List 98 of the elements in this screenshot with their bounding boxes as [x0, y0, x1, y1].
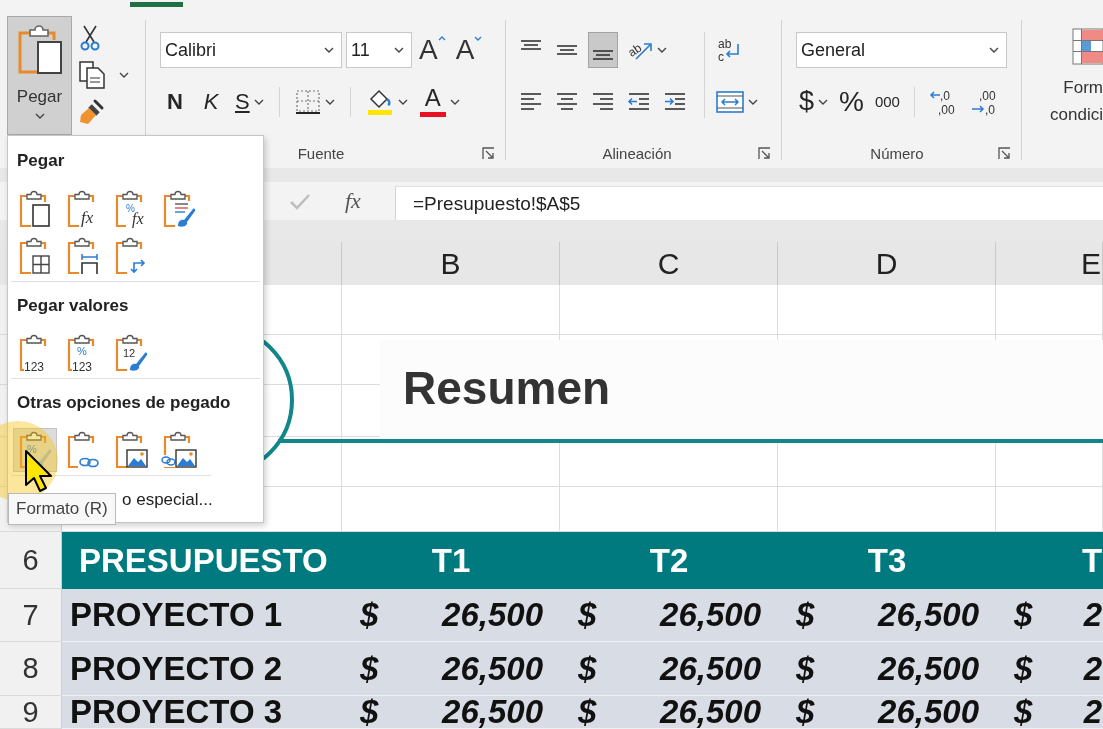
- clipboard-picture-icon: [113, 430, 149, 470]
- row-header[interactable]: 8: [0, 642, 62, 696]
- header-cell: PRESUPUESTO: [62, 532, 342, 589]
- amount: 26,500: [442, 600, 543, 630]
- copy-icon: [79, 61, 105, 89]
- italic-button[interactable]: K: [196, 85, 226, 118]
- swatch-icon: [419, 112, 446, 117]
- header-cell: T3: [778, 532, 996, 589]
- conditional-format-button[interactable]: Form condici: [1050, 28, 1103, 140]
- merge-cells-icon: [716, 90, 744, 113]
- align-bottom-button[interactable]: [588, 32, 618, 68]
- amount: 2: [1083, 600, 1102, 630]
- clipboard-page-icon: [17, 189, 53, 229]
- currency-symbol: $: [578, 697, 597, 727]
- currency-symbol: $: [1014, 600, 1033, 630]
- currency-symbol: $: [360, 697, 379, 727]
- dialog-launcher-icon: [998, 146, 1011, 160]
- align-left-icon: [520, 93, 542, 110]
- number-format-dropdown[interactable]: General: [796, 32, 1007, 68]
- row-header[interactable]: 9: [0, 696, 62, 729]
- currency-symbol: $: [796, 600, 815, 630]
- clipboard-brush-icon: [161, 189, 197, 229]
- orientation-button[interactable]: ab: [624, 33, 670, 67]
- font-color-button[interactable]: A: [416, 85, 463, 118]
- header-cell: T1: [342, 532, 560, 589]
- amount: 26,500: [878, 653, 979, 684]
- header-cell: T2: [560, 532, 778, 589]
- borders-icon: [294, 88, 321, 115]
- amount: 26,500: [878, 697, 979, 727]
- currency-symbol: $: [360, 600, 379, 630]
- row-header[interactable]: 7: [0, 589, 62, 642]
- scissors-icon: [79, 25, 101, 51]
- caret-icon: [989, 47, 999, 53]
- align-bottom-icon: [592, 50, 614, 60]
- amount: 26,500: [442, 653, 543, 684]
- currency-symbol: $: [360, 653, 379, 684]
- currency-symbol: $: [796, 653, 815, 684]
- dialog-launcher-icon: [758, 146, 771, 160]
- currency-symbol: $: [1014, 653, 1033, 684]
- table-cell: PROYECTO 3: [62, 696, 342, 729]
- currency-symbol: $: [578, 653, 597, 684]
- table-cell: PROYECTO 2: [62, 642, 342, 696]
- bold-button[interactable]: N: [160, 85, 190, 118]
- align-top-icon: [520, 40, 542, 50]
- formula-input[interactable]: =Presupuesto!$A$5: [395, 186, 1103, 220]
- dialog-launcher-button[interactable]: [758, 146, 771, 160]
- menu-section-title: Pegar valores: [17, 295, 129, 317]
- group-label: Alineación: [602, 144, 672, 162]
- clipboard-icon: [16, 25, 63, 75]
- menu-item[interactable]: o especial...: [122, 487, 213, 513]
- amount: 26,500: [442, 697, 543, 727]
- amount: 2: [1083, 697, 1102, 727]
- tooltip: Formato (R): [8, 493, 116, 525]
- align-right-icon: [592, 93, 614, 110]
- clipboard-width-icon: [65, 236, 101, 276]
- group-label: Número: [870, 144, 924, 162]
- currency-symbol: $: [796, 697, 815, 727]
- amount: 26,500: [660, 653, 761, 684]
- header-cell: T: [996, 532, 1103, 589]
- paint-bucket-icon: [365, 87, 394, 116]
- currency-symbol: $: [1014, 697, 1033, 727]
- amount: 2: [1083, 653, 1102, 684]
- dialog-launcher-button[interactable]: [998, 146, 1011, 160]
- copy-button[interactable]: [77, 61, 131, 89]
- amount: 26,500: [660, 697, 761, 727]
- table-cell: PROYECTO 1: [62, 589, 342, 642]
- font-name-dropdown[interactable]: Calibri: [160, 32, 342, 68]
- caret-icon: [324, 47, 334, 53]
- clipboard-grid-icon: [17, 236, 53, 276]
- banner-title: Resumen: [403, 365, 611, 411]
- clipboard-link-picture-icon: [161, 430, 197, 470]
- insert-function-button[interactable]: fx: [345, 190, 361, 212]
- font-size-dropdown[interactable]: 11: [346, 32, 412, 68]
- percent-button[interactable]: %: [836, 85, 867, 118]
- thousands-separator-button[interactable]: 000: [871, 85, 903, 118]
- amount: 26,500: [660, 600, 761, 630]
- align-center-icon: [556, 93, 578, 110]
- align-middle-icon: [556, 45, 578, 55]
- paste-button[interactable]: Pegar: [7, 16, 72, 135]
- clipboard-link-icon: [65, 430, 101, 470]
- row-header[interactable]: 6: [0, 532, 62, 589]
- amount: 26,500: [878, 600, 979, 630]
- outdent-icon: [628, 93, 650, 110]
- dialog-launcher-button[interactable]: [482, 146, 495, 160]
- caret-up-icon: [437, 36, 446, 41]
- currency-symbol: $: [578, 600, 597, 630]
- caret-down-icon: [474, 36, 483, 41]
- group-label: Fuente: [297, 144, 345, 162]
- underline-button[interactable]: S: [232, 85, 267, 118]
- grow-font-button[interactable]: A: [416, 32, 449, 68]
- menu-section-title: Otras opciones de pegado: [17, 392, 231, 414]
- shrink-font-button[interactable]: A: [452, 32, 486, 68]
- currency-format-button[interactable]: $: [796, 85, 832, 118]
- caret-icon: [394, 47, 404, 53]
- menu-section-title: Pegar: [17, 150, 65, 172]
- indent-icon: [664, 93, 686, 110]
- dialog-launcher-icon: [482, 146, 495, 160]
- paintbrush-icon: [79, 98, 105, 126]
